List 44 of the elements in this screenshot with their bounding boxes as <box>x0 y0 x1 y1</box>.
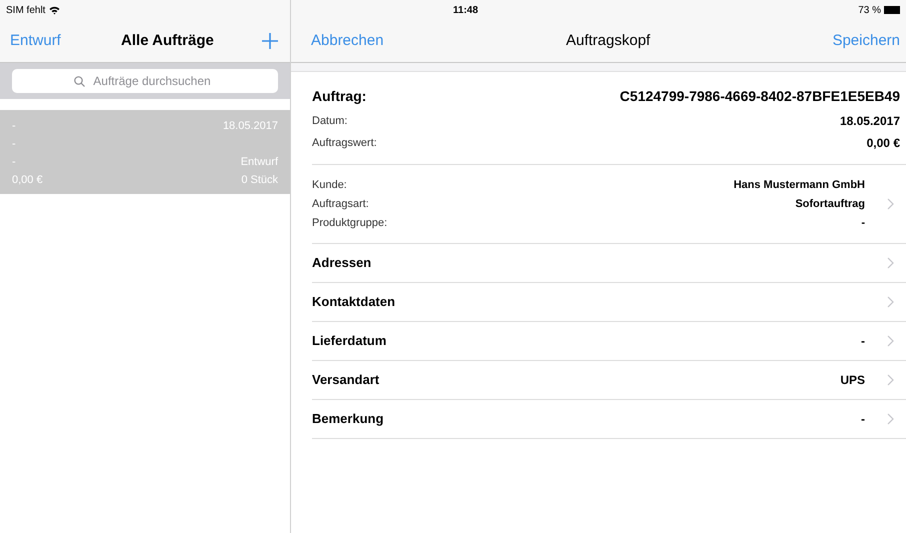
battery-percent: 73 % <box>858 4 881 18</box>
order-field-text: - <box>12 155 16 168</box>
row-value: - <box>861 411 865 428</box>
detail-row[interactable]: Lieferdatum - <box>312 322 906 361</box>
row-label: Lieferdatum <box>312 332 388 350</box>
field-label: Auftrag: <box>312 86 366 106</box>
carrier-text: SIM fehlt <box>6 4 46 18</box>
list-title: Alle Aufträge <box>121 30 214 51</box>
order-field-text: - <box>12 137 16 150</box>
detail-row[interactable]: Kontaktdaten <box>312 283 906 322</box>
detail-row[interactable]: Adressen <box>312 244 906 283</box>
row-label: Bemerkung <box>312 410 385 428</box>
field-value: Hans Mustermann GmbH <box>734 178 865 193</box>
row-value: - <box>861 333 865 350</box>
field-value: 18.05.2017 <box>840 113 900 130</box>
row-label: Adressen <box>312 254 372 272</box>
chevron-right-icon <box>887 335 894 347</box>
field-label: Auftragsart: <box>312 196 369 212</box>
chevron-right-icon <box>887 198 894 210</box>
detail-row[interactable]: Versandart UPS <box>312 361 906 400</box>
search-field[interactable]: Aufträge durchsuchen <box>12 69 278 93</box>
field-label: Produktgruppe: <box>312 216 388 231</box>
battery-icon <box>884 6 900 14</box>
row-label: Versandart <box>312 371 380 390</box>
wifi-icon <box>49 6 60 14</box>
chevron-right-icon <box>887 257 894 269</box>
field-value: Sofortauftrag <box>795 196 865 212</box>
field-value: C5124799-7986-4669-8402-87BFE1E5EB49 <box>620 86 900 106</box>
chevron-right-icon <box>887 296 894 308</box>
detail-row[interactable]: Bemerkung - <box>312 400 906 439</box>
chevron-right-icon <box>887 374 894 386</box>
clock-time: 11:48 <box>453 4 478 18</box>
add-icon[interactable] <box>262 33 278 49</box>
field-label: Kunde: <box>312 178 347 193</box>
field-label: Datum: <box>312 114 348 129</box>
field-value: 0,00 € <box>866 135 900 152</box>
field-label: Auftragswert: <box>312 136 377 151</box>
chevron-right-icon <box>887 413 894 425</box>
detail-title: Auftragskopf <box>566 30 650 51</box>
row-label: Kontaktdaten <box>312 293 396 312</box>
search-icon <box>74 76 85 87</box>
field-value: - <box>861 216 865 231</box>
row-value: UPS <box>840 372 865 389</box>
order-field-text: - <box>12 119 16 132</box>
